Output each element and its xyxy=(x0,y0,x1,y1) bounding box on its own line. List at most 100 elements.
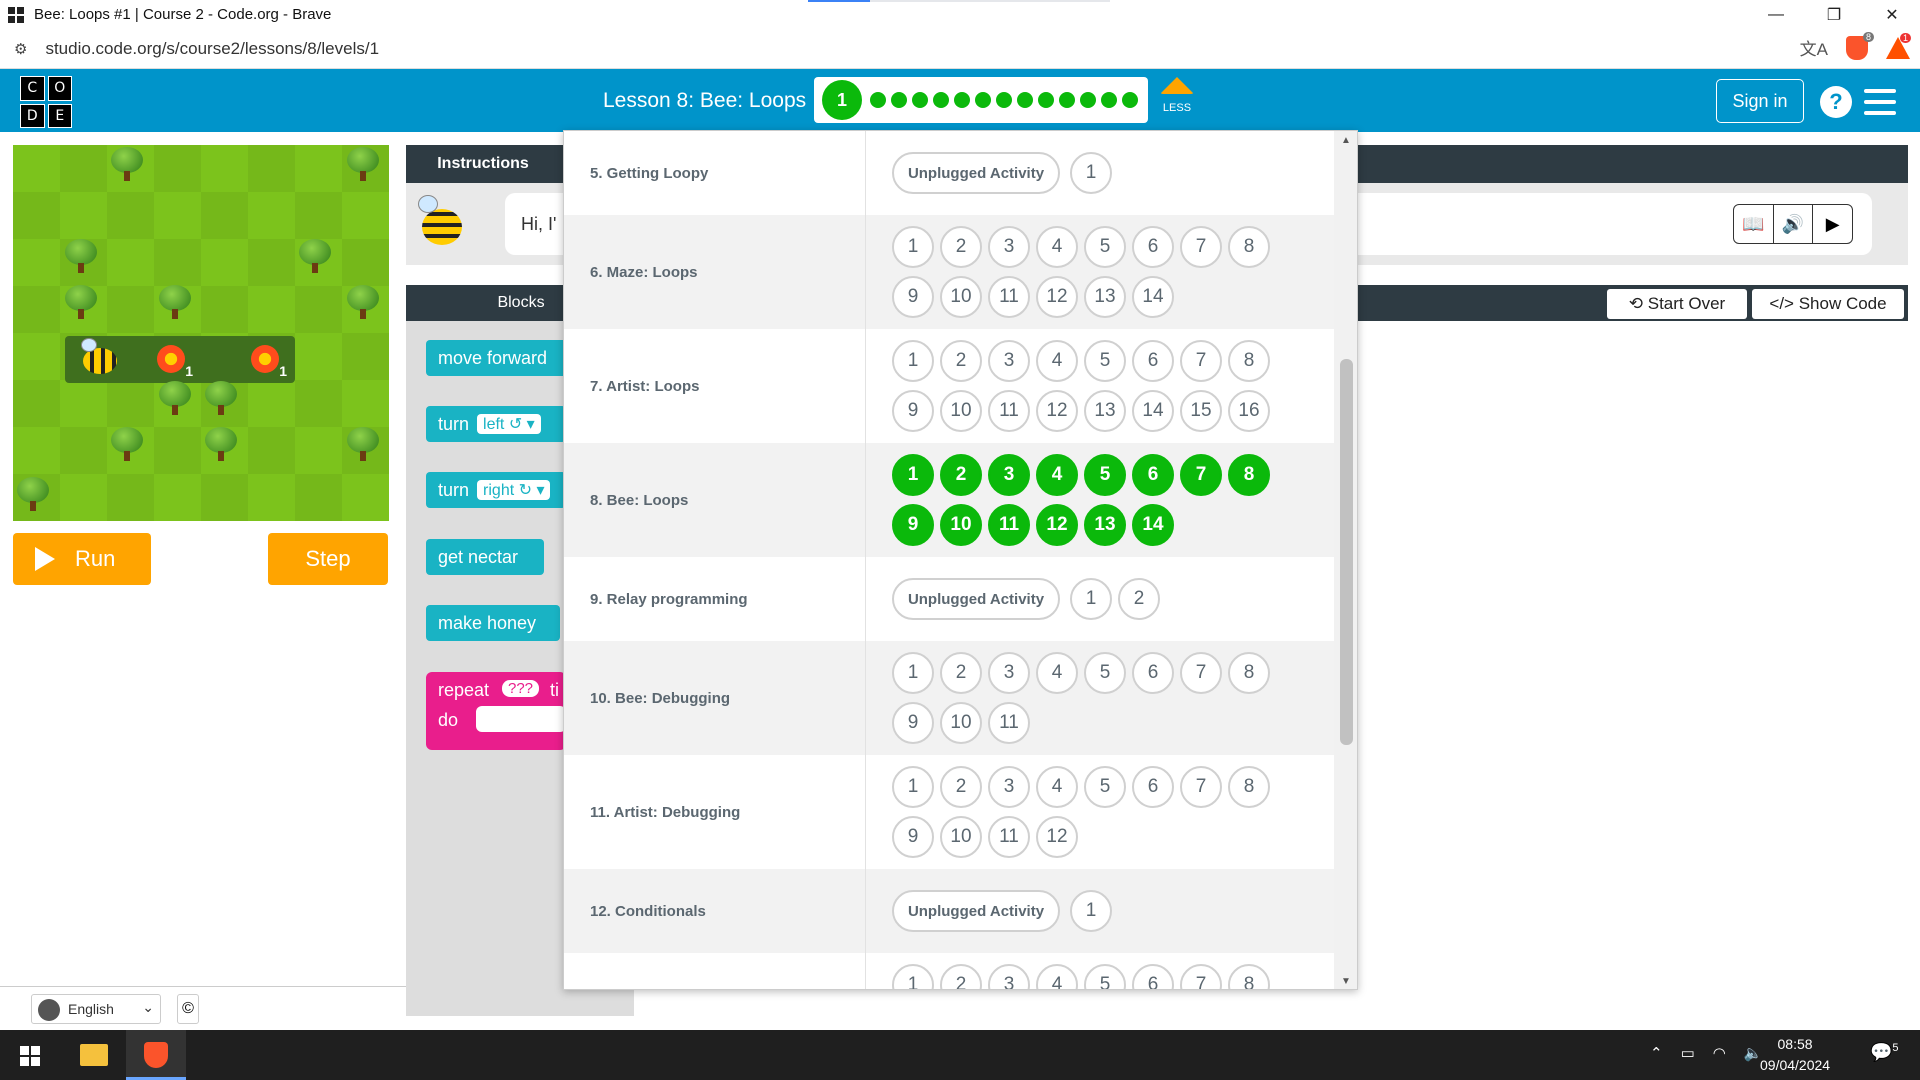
level-bubble[interactable]: 6 xyxy=(1132,340,1174,382)
level-bubble[interactable]: 7 xyxy=(1180,964,1222,989)
current-level-bubble[interactable]: 1 xyxy=(822,80,862,120)
lesson-name[interactable]: 5. Getting Loopy xyxy=(564,131,866,215)
language-select[interactable]: English ⌄ xyxy=(31,994,161,1024)
repeat-count-input[interactable]: ??? xyxy=(502,680,540,697)
progress-dot[interactable] xyxy=(870,92,886,108)
level-bubble[interactable]: 4 xyxy=(1036,226,1078,268)
move-forward-block[interactable]: move forward xyxy=(426,340,576,376)
play-audio-icon[interactable]: ▶ xyxy=(1813,205,1852,243)
level-bubble[interactable]: 13 xyxy=(1084,390,1126,432)
progress-dot[interactable] xyxy=(1122,92,1138,108)
progress-dot[interactable] xyxy=(954,92,970,108)
immersive-reader-icon[interactable]: 📖 xyxy=(1734,205,1774,243)
level-bubble[interactable]: 12 xyxy=(1036,504,1078,546)
lesson-name[interactable]: 10. Bee: Debugging xyxy=(564,641,866,755)
code-org-logo[interactable]: C O D E xyxy=(20,76,72,128)
brave-shields-icon[interactable]: 8 xyxy=(1846,31,1874,60)
level-bubble[interactable]: 8 xyxy=(1228,766,1270,808)
level-bubble[interactable]: 16 xyxy=(1228,390,1270,432)
translate-icon[interactable]: 文A xyxy=(1800,35,1828,60)
level-bubble[interactable]: 1 xyxy=(1070,890,1112,932)
level-bubble[interactable]: 10 xyxy=(940,390,982,432)
level-bubble[interactable]: 6 xyxy=(1132,964,1174,989)
level-bubble[interactable]: 14 xyxy=(1132,390,1174,432)
tab-instructions[interactable]: Instructions xyxy=(406,145,560,183)
progress-dot[interactable] xyxy=(996,92,1012,108)
direction-dropdown[interactable]: left ↺ ▾ xyxy=(477,414,541,434)
level-bubble[interactable]: 13 xyxy=(1084,276,1126,318)
level-bubble[interactable]: 10 xyxy=(940,702,982,744)
level-bubble[interactable]: 9 xyxy=(892,390,934,432)
lesson-name[interactable]: 11. Artist: Debugging xyxy=(564,755,866,869)
help-icon[interactable]: ? xyxy=(1820,86,1852,118)
level-bubble[interactable]: 12 xyxy=(1036,390,1078,432)
level-bubble[interactable]: 11 xyxy=(988,390,1030,432)
level-bubble[interactable]: 4 xyxy=(1036,766,1078,808)
minimize-icon[interactable]: — xyxy=(1748,0,1804,29)
get-nectar-block[interactable]: get nectar xyxy=(426,539,544,575)
speaker-icon[interactable]: 🔊 xyxy=(1774,205,1814,243)
turn-right-block[interactable]: turn right ↻ ▾ xyxy=(426,472,566,508)
windows-start-icon[interactable] xyxy=(20,1046,40,1066)
repeat-block[interactable]: repeat ??? ti do xyxy=(426,672,566,750)
level-bubble[interactable]: 8 xyxy=(1228,340,1270,382)
level-bubble[interactable]: 7 xyxy=(1180,454,1222,496)
level-bubble[interactable]: 11 xyxy=(988,702,1030,744)
progress-dot[interactable] xyxy=(1101,92,1117,108)
level-bubble[interactable]: 1 xyxy=(892,454,934,496)
site-settings-icon[interactable]: ⚙ xyxy=(14,40,27,58)
level-bubble[interactable]: 8 xyxy=(1228,454,1270,496)
level-bubble[interactable]: 10 xyxy=(940,276,982,318)
level-bubble[interactable]: 5 xyxy=(1084,454,1126,496)
brave-rewards-icon[interactable]: 1 xyxy=(1886,32,1912,59)
lesson-name[interactable]: 8. Bee: Loops xyxy=(564,443,866,557)
level-bubble[interactable]: 6 xyxy=(1132,454,1174,496)
run-button[interactable]: Run xyxy=(13,533,151,585)
progress-dot[interactable] xyxy=(1059,92,1075,108)
level-bubble[interactable]: 2 xyxy=(940,340,982,382)
level-bubble[interactable]: 3 xyxy=(988,652,1030,694)
progress-dot[interactable] xyxy=(912,92,928,108)
lesson-name[interactable]: 6. Maze: Loops xyxy=(564,215,866,329)
unplugged-activity-bubble[interactable]: Unplugged Activity xyxy=(892,578,1060,620)
taskbar-clock[interactable]: 08:58 09/04/2024 xyxy=(1760,1034,1830,1076)
level-bubble[interactable]: 7 xyxy=(1180,226,1222,268)
close-icon[interactable]: ✕ xyxy=(1864,0,1920,29)
level-bubble[interactable]: 11 xyxy=(988,276,1030,318)
level-bubble[interactable]: 6 xyxy=(1132,226,1174,268)
step-button[interactable]: Step xyxy=(268,533,388,585)
level-bubble[interactable]: 9 xyxy=(892,276,934,318)
level-bubble[interactable]: 12 xyxy=(1036,276,1078,318)
level-bubble[interactable]: 14 xyxy=(1132,504,1174,546)
level-bubble[interactable]: 8 xyxy=(1228,964,1270,989)
show-code-button[interactable]: </> Show Code xyxy=(1752,289,1904,319)
level-bubble[interactable]: 2 xyxy=(940,226,982,268)
level-bubble[interactable]: 4 xyxy=(1036,340,1078,382)
level-bubble[interactable]: 6 xyxy=(1132,652,1174,694)
level-bubble[interactable]: 11 xyxy=(988,504,1030,546)
level-bubble[interactable]: 11 xyxy=(988,816,1030,858)
progress-dot[interactable] xyxy=(1080,92,1096,108)
level-bubble[interactable]: 3 xyxy=(988,340,1030,382)
level-bubble[interactable]: 8 xyxy=(1228,652,1270,694)
level-bubble[interactable]: 2 xyxy=(940,964,982,989)
level-bubble[interactable]: 2 xyxy=(940,652,982,694)
level-bubble[interactable]: 5 xyxy=(1084,226,1126,268)
level-bubble[interactable]: 5 xyxy=(1084,340,1126,382)
level-bubble[interactable]: 6 xyxy=(1132,766,1174,808)
battery-icon[interactable]: ▭ xyxy=(1681,1044,1695,1062)
lesson-name[interactable]: 9. Relay programming xyxy=(564,557,866,641)
url-field[interactable]: studio.code.org/s/course2/lessons/8/leve… xyxy=(45,39,379,59)
level-bubble[interactable]: 5 xyxy=(1084,766,1126,808)
progress-dot[interactable] xyxy=(891,92,907,108)
dropdown-scrollbar[interactable]: ▲ ▼ xyxy=(1334,131,1357,989)
hamburger-menu-icon[interactable] xyxy=(1864,89,1896,115)
level-bubble[interactable]: 7 xyxy=(1180,340,1222,382)
scroll-down-icon[interactable]: ▼ xyxy=(1341,976,1351,987)
less-toggle[interactable]: LESS xyxy=(1160,77,1194,114)
lesson-title[interactable]: Lesson 8: Bee: Loops xyxy=(603,89,806,113)
progress-dot[interactable] xyxy=(933,92,949,108)
level-bubble[interactable]: 7 xyxy=(1180,766,1222,808)
level-bubble[interactable]: 12 xyxy=(1036,816,1078,858)
lesson-name[interactable]: 7. Artist: Loops xyxy=(564,329,866,443)
